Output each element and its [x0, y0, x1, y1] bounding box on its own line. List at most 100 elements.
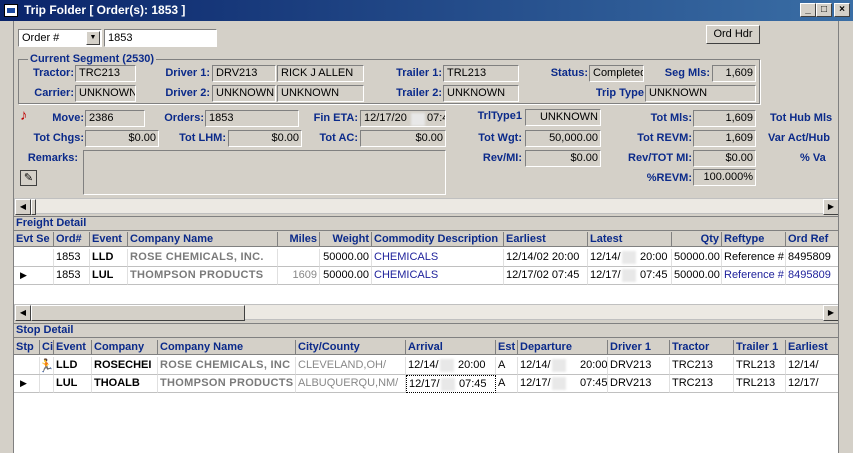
tot-mls-field[interactable]: 1,609: [693, 110, 756, 127]
col-ord[interactable]: Ord#: [54, 232, 90, 247]
app-icon: [4, 4, 18, 17]
move-field[interactable]: 2386: [85, 110, 145, 127]
orders-field[interactable]: 1853: [205, 110, 299, 127]
col-weight[interactable]: Weight: [320, 232, 372, 247]
scroll-right-arrow-icon[interactable]: ▶: [823, 199, 839, 215]
totals-hscrollbar[interactable]: ◀ ▶: [14, 198, 840, 215]
col-miles[interactable]: Miles: [278, 232, 320, 247]
trailer1-field[interactable]: TRL213: [443, 65, 519, 82]
pct-revm-label: %REVM:: [646, 172, 692, 184]
col-company-name[interactable]: Company Name: [128, 232, 278, 247]
close-button[interactable]: ×: [834, 3, 850, 17]
driver1-label: Driver 1:: [165, 67, 210, 79]
chevron-down-icon[interactable]: ▼: [86, 31, 100, 45]
order-number-input[interactable]: 1853: [104, 29, 217, 47]
move-label: Move:: [52, 112, 84, 124]
ord-hdr-button[interactable]: Ord Hdr: [706, 25, 760, 44]
col-qty[interactable]: Qty: [672, 232, 722, 247]
carrier-field[interactable]: UNKNOWN: [75, 85, 136, 102]
col-stp[interactable]: Stp: [14, 340, 40, 355]
col-reftype[interactable]: Reftype: [722, 232, 786, 247]
col-driver1[interactable]: Driver 1: [608, 340, 670, 355]
tot-lhm-field[interactable]: $0.00: [228, 130, 302, 147]
col-event[interactable]: Event: [54, 340, 92, 355]
col-earliest[interactable]: Earliest: [786, 340, 840, 355]
status-field[interactable]: Completed: [589, 65, 644, 82]
scroll-thumb[interactable]: [31, 199, 36, 215]
minimize-button[interactable]: _: [800, 3, 816, 17]
trltype-label: TrlType1: [477, 110, 522, 122]
col-trailer1[interactable]: Trailer 1: [734, 340, 786, 355]
scroll-thumb[interactable]: [31, 305, 245, 321]
col-arrival[interactable]: Arrival: [406, 340, 496, 355]
col-ci[interactable]: Ci: [40, 340, 54, 355]
var-act-hub-label: Var Act/Hub: [768, 132, 830, 144]
tot-chgs-field[interactable]: $0.00: [85, 130, 159, 147]
driver2-id-field[interactable]: UNKNOWN: [212, 85, 276, 102]
tractor-label: Tractor:: [33, 67, 74, 79]
freight-grid: Evt Se Ord# Event Company Name Miles Wei…: [14, 232, 840, 304]
stop-row[interactable]: 🏃 LLD ROSECHEI ROSE CHEMICALS, INC CLEVE…: [14, 357, 840, 375]
col-est[interactable]: Est: [496, 340, 518, 355]
col-commodity[interactable]: Commodity Description: [372, 232, 504, 247]
col-departure[interactable]: Departure: [518, 340, 608, 355]
stop-row[interactable]: ▶ LUL THOALB THOMPSON PRODUCTS ALBUQUERQ…: [14, 375, 840, 393]
search-type-select[interactable]: Order # ▼: [18, 29, 102, 47]
scroll-left-arrow-icon[interactable]: ◀: [15, 199, 31, 215]
driver1-name-field[interactable]: RICK J ALLEN: [277, 65, 364, 82]
tractor-field[interactable]: TRC213: [75, 65, 136, 82]
main-vscrollbar[interactable]: [838, 21, 853, 453]
tot-mls-label: Tot Mls:: [650, 112, 692, 124]
col-evt-seq[interactable]: Evt Se: [14, 232, 54, 247]
col-latest[interactable]: Latest: [588, 232, 672, 247]
trailer1-label: Trailer 1:: [396, 67, 442, 79]
rev-mi-label: Rev/MI:: [482, 152, 522, 164]
left-frame: [0, 21, 14, 453]
status-label: Status:: [550, 67, 588, 79]
col-earliest[interactable]: Earliest: [504, 232, 588, 247]
driver2-label: Driver 2:: [165, 87, 210, 99]
driver2-name-field[interactable]: UNKNOWN: [277, 85, 364, 102]
seg-mls-field[interactable]: 1,609: [712, 65, 756, 82]
col-event[interactable]: Event: [90, 232, 128, 247]
rev-tot-mi-field[interactable]: $0.00: [693, 150, 756, 167]
rev-mi-field[interactable]: $0.00: [525, 150, 601, 167]
fin-eta-label: Fin ETA:: [313, 112, 358, 124]
freight-hscrollbar[interactable]: ◀ ▶: [14, 304, 840, 321]
freight-row[interactable]: 1853 LLD ROSE CHEMICALS, INC. 50000.00 C…: [14, 249, 840, 267]
search-type-value: Order #: [22, 32, 60, 44]
edit-remarks-icon[interactable]: ✎: [20, 170, 37, 186]
tot-ac-label: Tot AC:: [319, 132, 358, 144]
remarks-label: Remarks:: [27, 152, 78, 164]
current-row-indicator-icon: ▶: [14, 267, 54, 285]
current-segment-title: Current Segment (2530): [28, 53, 157, 65]
freight-row[interactable]: ▶ 1853 LUL THOMPSON PRODUCTS 1609 50000.…: [14, 267, 840, 285]
tot-hub-mls-label: Tot Hub Mls: [770, 112, 833, 124]
scroll-left-arrow-icon[interactable]: ◀: [15, 305, 31, 321]
window-titlebar: Trip Folder [ Order(s): 1853 ] _ □ ×: [0, 0, 853, 21]
tot-wgt-field[interactable]: 50,000.00: [525, 130, 601, 147]
trltype-field[interactable]: UNKNOWN: [525, 109, 601, 126]
stop-detail-header: Stop Detail: [14, 323, 840, 338]
tot-ac-field[interactable]: $0.00: [360, 130, 446, 147]
col-company-name[interactable]: Company Name: [158, 340, 296, 355]
running-man-icon[interactable]: 🏃: [36, 357, 54, 375]
fin-eta-field[interactable]: 12/17/20 07:4: [360, 110, 446, 127]
trip-type-field[interactable]: UNKNOWN: [645, 85, 756, 102]
pct-var-label: % Va: [800, 152, 826, 164]
col-tractor[interactable]: Tractor: [670, 340, 734, 355]
stop-grid: Stp Ci Event Company Company Name City/C…: [14, 340, 840, 453]
driver1-id-field[interactable]: DRV213: [212, 65, 276, 82]
orders-label: Orders:: [164, 112, 204, 124]
col-company[interactable]: Company: [92, 340, 158, 355]
col-city-county[interactable]: City/County: [296, 340, 406, 355]
pct-revm-field[interactable]: 100.000%: [693, 169, 756, 186]
fin-eta-date: 12/17/20: [364, 112, 407, 124]
col-ord-ref[interactable]: Ord Ref: [786, 232, 840, 247]
maximize-button[interactable]: □: [816, 3, 832, 17]
trailer2-field[interactable]: UNKNOWN: [443, 85, 519, 102]
tot-revm-field[interactable]: 1,609: [693, 130, 756, 147]
fin-eta-time: 07:4: [427, 112, 445, 124]
scroll-right-arrow-icon[interactable]: ▶: [823, 305, 839, 321]
remarks-field[interactable]: [83, 150, 446, 195]
